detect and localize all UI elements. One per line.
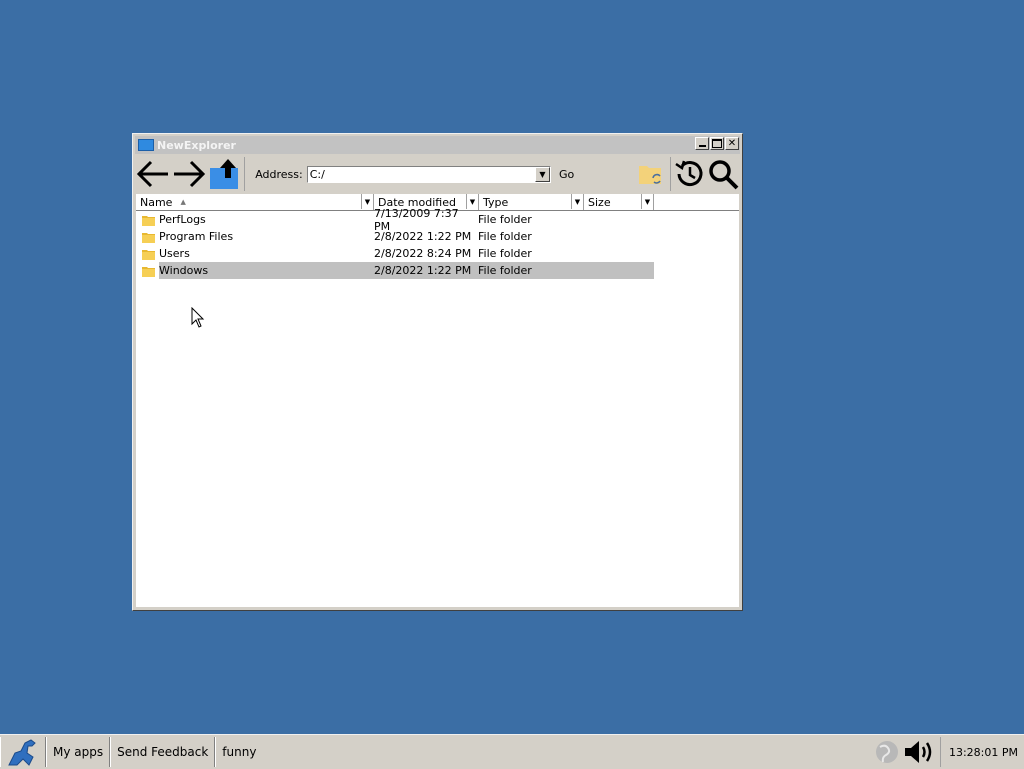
file-name: Users [159, 247, 190, 260]
table-row[interactable]: Users 2/8/2022 8:24 PM File folder [136, 245, 739, 262]
up-folder-button[interactable] [206, 156, 242, 192]
maximize-button[interactable] [710, 137, 724, 150]
toolbar-separator [244, 157, 246, 191]
go-button[interactable]: Go [559, 168, 574, 181]
close-button[interactable]: ✕ [725, 137, 739, 150]
column-header-size[interactable]: Size ▼ [584, 194, 654, 210]
taskbar-item-send-feedback[interactable]: Send Feedback [110, 737, 216, 767]
file-size [582, 212, 650, 227]
toolbar: Address: C:/ ▼ Go [135, 155, 740, 193]
taskbar-item-my-apps[interactable]: My apps [46, 737, 111, 767]
network-globe-icon[interactable] [872, 738, 902, 766]
file-type: File folder [478, 213, 532, 226]
explorer-window: NewExplorer ✕ Address: C:/ ▼ Go Name ▲ ▼… [132, 133, 743, 611]
history-button[interactable] [673, 156, 707, 192]
column-header-name[interactable]: Name ▲ ▼ [136, 194, 374, 210]
system-tray: 13:28:01 PM [872, 735, 1024, 769]
table-row[interactable]: Program Files 2/8/2022 1:22 PM File folder [136, 228, 739, 245]
folder-icon [142, 232, 155, 243]
file-date: 2/8/2022 1:22 PM [374, 230, 472, 243]
history-icon [675, 160, 703, 187]
forward-button[interactable] [171, 156, 207, 192]
file-type: File folder [478, 247, 532, 260]
file-size [582, 263, 650, 278]
file-type: File folder [478, 264, 532, 277]
back-arrow-icon [136, 160, 168, 188]
clock[interactable]: 13:28:01 PM [949, 746, 1018, 759]
table-row[interactable]: PerfLogs 7/13/2009 7:37 PM File folder [136, 206, 739, 233]
forward-arrow-icon [173, 160, 205, 188]
taskbar-item-funny[interactable]: funny [215, 737, 262, 767]
tray-separator [939, 737, 941, 767]
app-window-icon [138, 139, 154, 151]
up-folder-icon [210, 159, 239, 189]
file-name: PerfLogs [159, 213, 206, 226]
address-dropdown-button[interactable]: ▼ [534, 166, 550, 182]
column-label: Name [140, 195, 173, 209]
file-type: File folder [478, 230, 532, 243]
minimize-button[interactable] [695, 137, 709, 150]
column-header-type[interactable]: Type ▼ [479, 194, 584, 210]
folder-sync-button[interactable] [634, 156, 668, 192]
toolbar-separator [669, 157, 671, 191]
file-size [582, 246, 650, 261]
column-label: Size [588, 195, 611, 209]
file-date: 2/8/2022 1:22 PM [374, 264, 472, 277]
folder-icon [142, 266, 155, 277]
search-button[interactable] [706, 156, 740, 192]
column-dropdown-icon[interactable]: ▼ [641, 194, 653, 209]
file-size [582, 229, 650, 244]
file-date: 7/13/2009 7:37 PM [374, 206, 459, 233]
column-dropdown-icon[interactable]: ▼ [571, 194, 583, 209]
column-dropdown-icon[interactable]: ▼ [361, 194, 373, 209]
address-value: C:/ [309, 167, 325, 181]
file-date: 2/8/2022 8:24 PM [374, 247, 472, 260]
mouse-cursor-icon [191, 307, 205, 328]
file-name: Windows [159, 264, 209, 277]
sort-ascending-icon: ▲ [180, 198, 186, 206]
taskbar: My apps Send Feedback funny 13:28:01 PM [0, 734, 1024, 769]
column-label: Type [483, 195, 509, 209]
folder-icon [142, 249, 155, 260]
dinosaur-logo-icon [8, 739, 36, 766]
file-rows: PerfLogs 7/13/2009 7:37 PM File folder Prog… [136, 206, 739, 279]
folder-icon [142, 215, 155, 226]
back-button[interactable] [135, 156, 171, 192]
folder-sync-icon [638, 166, 661, 184]
address-input[interactable]: C:/ ▼ [306, 165, 551, 183]
file-name: Program Files [159, 230, 234, 243]
search-icon [709, 160, 739, 190]
file-list[interactable]: Name ▲ ▼ Date modified ▼ Type ▼ Size ▼ P… [136, 194, 739, 607]
window-title: NewExplorer [157, 138, 236, 152]
volume-icon[interactable] [902, 737, 938, 767]
start-button[interactable] [0, 737, 46, 767]
title-bar[interactable]: NewExplorer ✕ [135, 136, 740, 154]
address-label: Address: [255, 167, 303, 181]
table-row[interactable]: Windows 2/8/2022 1:22 PM File folder [136, 262, 739, 279]
